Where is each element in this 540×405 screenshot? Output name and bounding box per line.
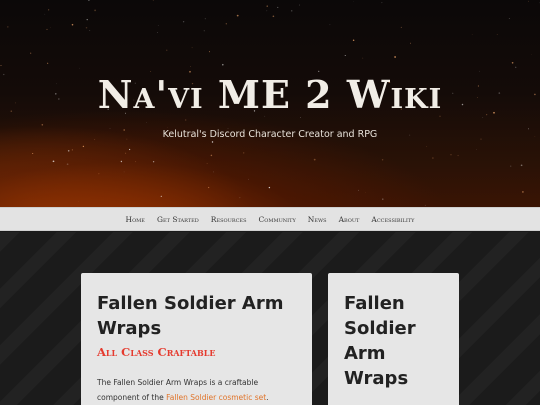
nav-item-community[interactable]: Community bbox=[259, 215, 296, 224]
infobox-title: Fallen Soldier Arm Wraps bbox=[344, 293, 416, 389]
craftable-tag: All Class Craftable bbox=[97, 345, 216, 359]
article-card: Fallen Soldier Arm Wraps All Class Craft… bbox=[81, 273, 312, 405]
nav-item-news[interactable]: News bbox=[308, 215, 327, 224]
site-title[interactable]: Na'vi ME 2 Wiki bbox=[0, 72, 540, 117]
nav-item-about[interactable]: About bbox=[339, 215, 360, 224]
site-tagline: Kelutral's Discord Character Creator and… bbox=[162, 129, 378, 140]
main-nav: Home Get Started Resources Community New… bbox=[0, 207, 540, 231]
fallen-soldier-set-link[interactable]: Fallen Soldier cosmetic set bbox=[166, 393, 266, 402]
nav-item-resources[interactable]: Resources bbox=[211, 215, 247, 224]
article-title: Fallen Soldier Arm Wraps bbox=[97, 293, 284, 339]
nav-item-get-started[interactable]: Get Started bbox=[157, 215, 199, 224]
infobox-card: Fallen Soldier Arm Wraps bbox=[328, 273, 459, 405]
nav-item-accessibility[interactable]: Accessibility bbox=[371, 215, 414, 224]
site-header: Na'vi ME 2 Wiki Kelutral's Discord Chara… bbox=[0, 0, 540, 207]
nav-item-home[interactable]: Home bbox=[126, 215, 145, 224]
article-body-suffix: . bbox=[266, 393, 269, 402]
article-body: The Fallen Soldier Arm Wraps is a crafta… bbox=[97, 375, 302, 405]
